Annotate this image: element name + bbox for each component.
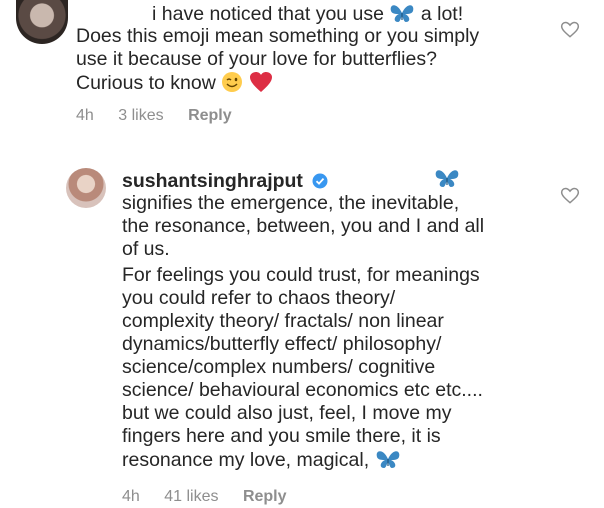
comment1-line: Does this emoji mean something or you si… [76,25,480,47]
comment2-line: dynamics/butterfly effect/ philosophy/ [122,333,442,355]
comment2-line: of us. [122,238,170,260]
verified-badge-icon [312,173,328,189]
comment2-line: but we could also just, feel, I move my [122,402,452,424]
timestamp: 4h [76,107,94,124]
username[interactable]: sushantsinghrajput [122,170,303,192]
likes-count[interactable]: 41 likes [164,488,218,505]
commenter-avatar[interactable] [16,0,68,44]
butterfly-emoji-icon [376,451,399,468]
timestamp: 4h [122,488,140,505]
comment1-line: i have noticed that you use a lot! [152,3,464,25]
commenter-avatar[interactable] [66,168,106,208]
comment2-line: science/ behavioural economics etc etc..… [122,379,483,401]
red-heart-emoji-icon [249,72,272,92]
like-heart-icon[interactable] [560,186,580,206]
comment2-line: science/complex numbers/ cognitive [122,356,436,378]
comment2-meta: 4h 41 likes Reply [122,488,307,506]
like-heart-icon[interactable] [560,20,580,40]
comment1-meta: 4h 3 likes Reply [76,107,252,125]
comment2-line: signifies the emergence, the inevitable, [122,192,460,214]
comment1-line: Curious to know [76,71,273,95]
butterfly-emoji-icon [391,5,414,22]
likes-count[interactable]: 3 likes [118,107,163,124]
reply-button[interactable]: Reply [243,488,287,505]
reply-button[interactable]: Reply [188,107,232,124]
butterfly-emoji-icon [435,170,459,187]
comment2-line: resonance my love, magical, [122,448,401,472]
comment2-line: For feelings you could trust, for meanin… [122,264,480,286]
comment2-line: complexity theory/ fractals/ non linear [122,310,444,332]
comment2-header: sushantsinghrajput [122,170,328,193]
comment2-line: fingers here and you smile there, it is [122,425,441,447]
comment1-line: use it because of your love for butterfl… [76,48,437,70]
comment2-line: you could refer to chaos theory/ [122,287,396,309]
winking-face-emoji-icon [222,72,243,92]
comment2-line: the resonance, between, you and I and al… [122,215,485,237]
